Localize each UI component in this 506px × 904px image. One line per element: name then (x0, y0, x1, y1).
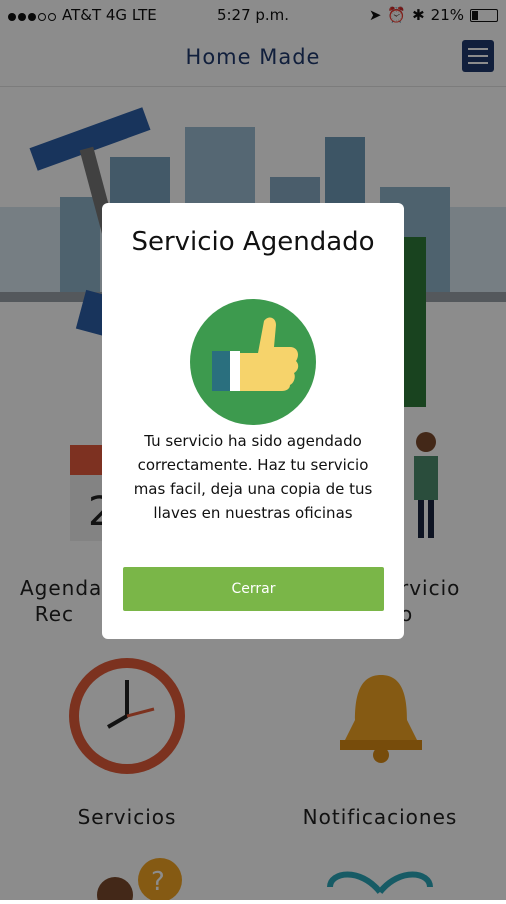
dialog-message: Tu servicio ha sido agendado correctamen… (133, 432, 373, 522)
confirmation-dialog: Servicio Agendado Tu servicio ha sido ag… (102, 203, 404, 639)
close-button[interactable]: Cerrar (123, 567, 384, 611)
thumbs-up-icon (190, 299, 316, 425)
dialog-title: Servicio Agendado (131, 227, 375, 257)
